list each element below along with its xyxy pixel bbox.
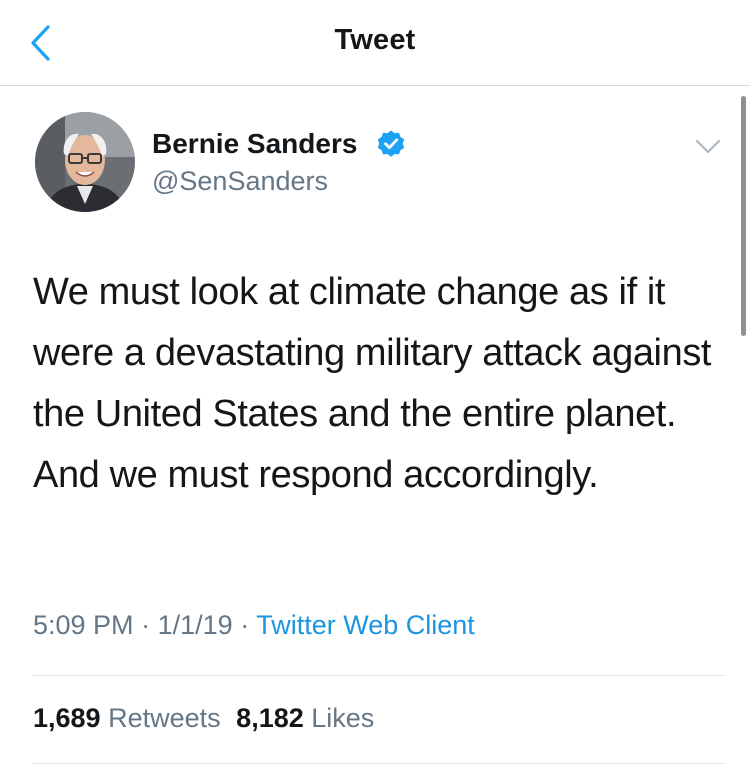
tweet-text: We must look at climate change as if it …: [33, 271, 712, 496]
tweet-client-link[interactable]: Twitter Web Client: [256, 610, 475, 640]
page-title: Tweet: [334, 24, 416, 56]
verified-badge-icon: [377, 130, 405, 157]
scrollbar[interactable]: [741, 96, 746, 336]
retweets-stat[interactable]: 1,689 Retweets: [33, 703, 221, 734]
retweets-count: 1,689: [33, 703, 101, 733]
retweets-label: Retweets: [108, 703, 221, 733]
likes-label: Likes: [311, 703, 375, 733]
meta-separator: ·: [240, 610, 250, 640]
tweet-detail-screen: Tweet Bernie Sanders @SenSanders We must…: [0, 0, 750, 784]
tweet-stats: 1,689 Retweets 8,182 Likes: [33, 703, 374, 734]
divider: [33, 675, 726, 676]
tweet-date: 1/1/19: [157, 610, 233, 640]
author-name[interactable]: Bernie Sanders: [152, 128, 357, 160]
nav-bar: Tweet: [0, 0, 750, 86]
likes-count: 8,182: [236, 703, 304, 733]
meta-separator: ·: [141, 610, 151, 640]
chevron-down-icon[interactable]: [692, 134, 724, 158]
tweet-time: 5:09 PM: [33, 610, 134, 640]
author-handle[interactable]: @SenSanders: [152, 166, 328, 197]
likes-stat[interactable]: 8,182 Likes: [236, 703, 374, 734]
divider: [33, 763, 726, 764]
avatar-image: [35, 112, 135, 212]
tweet-meta: 5:09 PM · 1/1/19 · Twitter Web Client: [33, 610, 475, 641]
avatar[interactable]: [35, 112, 135, 212]
